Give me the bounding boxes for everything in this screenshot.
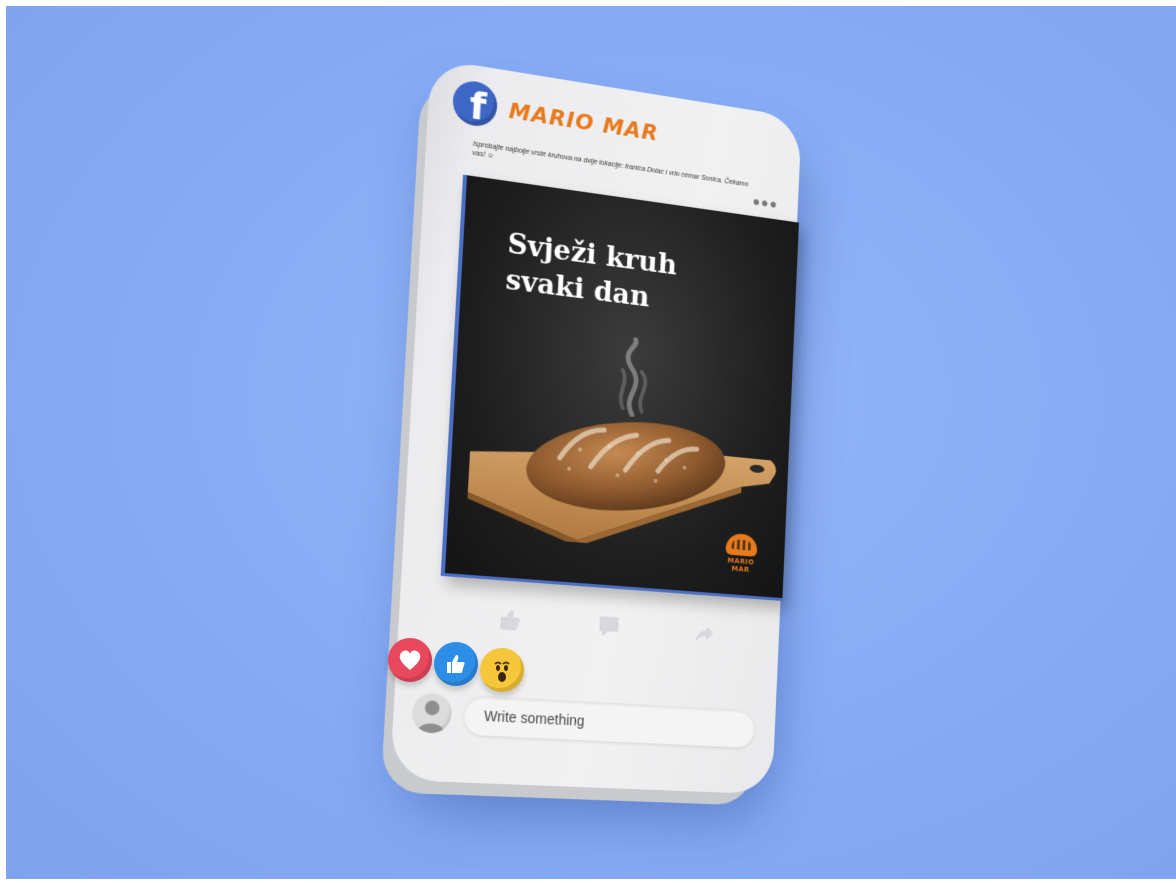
heart-reaction-icon[interactable] <box>388 638 432 682</box>
image-brand-logo: MARIO MAR <box>717 532 765 575</box>
brand-name[interactable]: MARIO MAR <box>508 99 659 147</box>
wow-reaction-icon[interactable] <box>480 648 524 692</box>
user-avatar-icon <box>411 692 453 734</box>
background: f MARIO MAR ●●● Isprobajte najbolje vrst… <box>0 0 1176 883</box>
comment-row: Write something <box>405 688 769 755</box>
image-headline: Svježi kruh svaki dan <box>505 226 678 319</box>
facebook-logo-icon: f <box>451 78 499 129</box>
scene: f MARIO MAR ●●● Isprobajte najbolje vrst… <box>0 0 1176 883</box>
like-reaction-icon[interactable] <box>434 642 478 686</box>
post-image[interactable]: Svježi kruh svaki dan MARIO MAR <box>440 174 799 602</box>
bread-loaf-graphic <box>522 393 729 517</box>
comment-icon[interactable] <box>596 613 622 641</box>
image-logo-text: MARIO MAR <box>727 556 755 574</box>
like-icon[interactable] <box>497 606 524 634</box>
post-action-bar <box>486 605 739 662</box>
bread-logo-icon <box>725 532 758 557</box>
share-icon[interactable] <box>691 619 717 646</box>
comment-input[interactable]: Write something <box>462 694 756 749</box>
